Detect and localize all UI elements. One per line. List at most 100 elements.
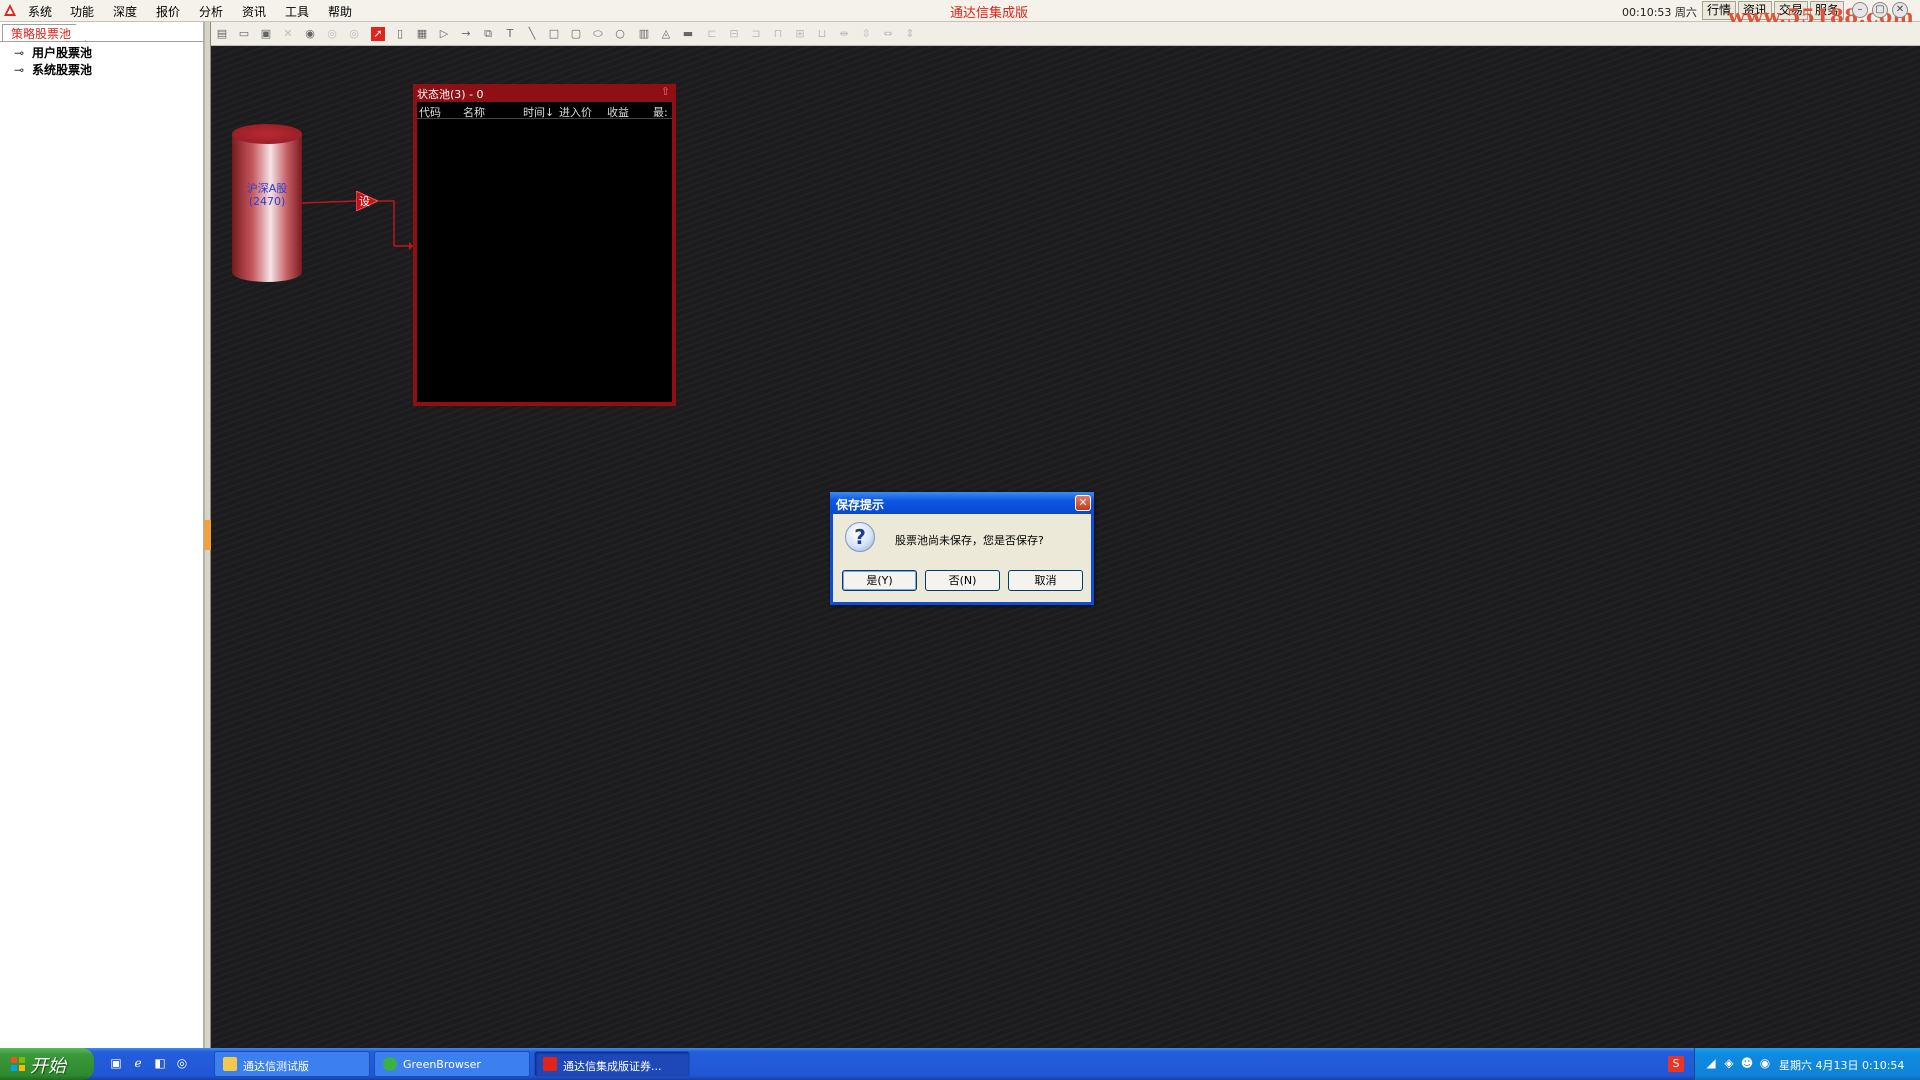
rectangle-icon[interactable]: □ bbox=[547, 27, 561, 41]
menu-tools[interactable]: 工具 bbox=[285, 3, 309, 20]
distribute-v-icon[interactable]: ⇳ bbox=[859, 27, 873, 41]
source-node-label: 沪深A股 (2470) bbox=[232, 182, 302, 208]
start-label: 开始 bbox=[30, 1056, 66, 1077]
status-pool-panel[interactable]: 状态池(3) - 0 ⇧ 代码 名称 时间↓ 进入价 收益 最: bbox=[413, 84, 676, 406]
menu-system[interactable]: 系统 bbox=[28, 3, 52, 20]
circle-icon[interactable]: ○ bbox=[613, 27, 627, 41]
menu-bar: 系统 功能 深度 报价 分析 资讯 工具 帮助 通达信集成版 00:10:53 … bbox=[0, 0, 1920, 28]
show-desktop-icon[interactable]: ▣ bbox=[108, 1056, 124, 1072]
yes-button[interactable]: 是(Y) bbox=[842, 570, 917, 591]
align-bottom-icon[interactable]: ⊔ bbox=[815, 27, 829, 41]
pause-icon[interactable]: ◎ bbox=[325, 27, 339, 41]
close-icon[interactable]: ✕ bbox=[1892, 2, 1908, 18]
tab-underline bbox=[0, 41, 204, 42]
pool-title-bar[interactable]: 状态池(3) - 0 ⇧ bbox=[413, 84, 676, 102]
qq-icon[interactable]: ☻ bbox=[1739, 1056, 1755, 1072]
question-icon: ? bbox=[845, 522, 875, 552]
pin-icon[interactable]: ⇧ bbox=[661, 85, 670, 98]
source-node-cylinder[interactable]: 沪深A股 (2470) bbox=[232, 124, 302, 282]
no-button[interactable]: 否(N) bbox=[925, 570, 1000, 591]
task-tdx-test[interactable]: 通达信测试版 bbox=[214, 1051, 370, 1077]
tray-clock: 星期六 4月13日 0:10:54 bbox=[1779, 1059, 1905, 1072]
start-button[interactable]: 开始 bbox=[0, 1048, 94, 1080]
rounded-rect-icon[interactable]: ▢ bbox=[569, 27, 583, 41]
same-width-icon[interactable]: ⇔ bbox=[881, 27, 895, 41]
task-label: GreenBrowser bbox=[403, 1058, 481, 1071]
trash-icon[interactable]: ▥ bbox=[637, 27, 651, 41]
dialog-title-bar[interactable]: 保存提示 ✕ bbox=[830, 492, 1094, 514]
group-icon[interactable]: ⧉ bbox=[481, 27, 495, 41]
menu-help[interactable]: 帮助 bbox=[328, 3, 352, 20]
windows-flag-icon bbox=[11, 1057, 25, 1071]
network-icon[interactable]: ◢ bbox=[1703, 1056, 1719, 1072]
system-tray: ◢ ◈ ☻ ◉ 星期六 4月13日 0:10:54 bbox=[1694, 1048, 1920, 1080]
source-node-count: (2470) bbox=[248, 195, 286, 208]
align-middle-icon[interactable]: ⊞ bbox=[793, 27, 807, 41]
tree-connector-icon: ⊸ bbox=[14, 46, 25, 60]
menu-analysis[interactable]: 分析 bbox=[199, 3, 223, 20]
ime-icon[interactable]: S bbox=[1668, 1056, 1684, 1072]
task-tdx-integrated[interactable]: 通达信集成版证券... bbox=[534, 1051, 690, 1077]
task-label: 通达信测试版 bbox=[243, 1060, 309, 1073]
tdx-app-icon bbox=[543, 1057, 557, 1071]
ie-icon[interactable]: ℯ bbox=[130, 1056, 146, 1072]
taskbar: 开始 ▣ ℯ ◧ ◎ 通达信测试版 GreenBrowser 通达信集成版证券.… bbox=[0, 1048, 1920, 1080]
triangle-icon[interactable]: ▷ bbox=[437, 27, 451, 41]
explorer-icon[interactable]: ◧ bbox=[152, 1056, 168, 1072]
arrow-icon[interactable]: → bbox=[459, 27, 473, 41]
save-icon[interactable]: ▣ bbox=[259, 27, 273, 41]
select-pointer-icon[interactable]: ➚ bbox=[371, 27, 385, 41]
menu-news[interactable]: 资讯 bbox=[242, 3, 266, 20]
cylinder-bottom bbox=[232, 262, 302, 282]
cylinder-top bbox=[232, 124, 302, 144]
distribute-h-icon[interactable]: ⇹ bbox=[837, 27, 851, 41]
tab-strategy-pool[interactable]: 策略股票池 bbox=[2, 24, 87, 41]
run-icon[interactable]: ◉ bbox=[303, 27, 317, 41]
tree-item-label: 用户股票池 bbox=[32, 46, 93, 60]
splitter-handle[interactable] bbox=[204, 520, 211, 550]
set-node-label: 设 bbox=[359, 195, 370, 208]
text-icon[interactable]: T bbox=[503, 27, 517, 41]
dialog-message: 股票池尚未保存，您是否保存? bbox=[895, 534, 1044, 547]
delete-icon[interactable]: ✕ bbox=[281, 27, 295, 41]
line-width-icon[interactable]: ▬ bbox=[681, 27, 695, 41]
source-node-name: 沪深A股 bbox=[246, 182, 288, 195]
tree-item-system-pool[interactable]: ⊸ 系统股票池 bbox=[14, 61, 92, 78]
stop-icon[interactable]: ◎ bbox=[347, 27, 361, 41]
cancel-button[interactable]: 取消 bbox=[1008, 570, 1083, 591]
browser-icon[interactable]: ◎ bbox=[174, 1056, 190, 1072]
greenbrowser-icon bbox=[383, 1057, 397, 1071]
close-icon[interactable]: ✕ bbox=[1075, 495, 1091, 511]
menu-function[interactable]: 功能 bbox=[70, 3, 94, 20]
tree-item-user-pool[interactable]: ⊸ 用户股票池 bbox=[14, 44, 92, 61]
align-top-icon[interactable]: ⊓ bbox=[771, 27, 785, 41]
minimize-icon[interactable]: – bbox=[1852, 2, 1868, 18]
toolbar: ▤ ▭ ▣ ✕ ◉ ◎ ◎ ➚ ▯ ▦ ▷ → ⧉ T ╲ □ ▢ ⬭ ○ ▥ … bbox=[211, 22, 1920, 46]
menu-depth[interactable]: 深度 bbox=[113, 3, 137, 20]
line-icon[interactable]: ╲ bbox=[525, 27, 539, 41]
app-title: 通达信集成版 bbox=[950, 6, 1029, 21]
align-center-icon[interactable]: ⊟ bbox=[727, 27, 741, 41]
cylinder-icon[interactable]: ▯ bbox=[393, 27, 407, 41]
clock: 00:10:53 周六 bbox=[1622, 6, 1697, 19]
new-icon[interactable]: ▤ bbox=[215, 27, 229, 41]
shield-icon[interactable]: ◈ bbox=[1721, 1056, 1737, 1072]
pool-header-divider bbox=[417, 118, 672, 119]
pool-title: 状态池(3) - 0 bbox=[417, 88, 484, 101]
same-height-icon[interactable]: ⇕ bbox=[903, 27, 917, 41]
app-logo-icon bbox=[4, 4, 16, 16]
fill-icon[interactable]: ◬ bbox=[659, 27, 673, 41]
ellipse-icon[interactable]: ⬭ bbox=[591, 27, 605, 41]
open-icon[interactable]: ▭ bbox=[237, 27, 251, 41]
align-right-icon[interactable]: ⊐ bbox=[749, 27, 763, 41]
task-greenbrowser[interactable]: GreenBrowser bbox=[374, 1051, 530, 1077]
tree-item-label: 系统股票池 bbox=[32, 63, 93, 77]
restore-icon[interactable]: ▢ bbox=[1872, 2, 1888, 18]
save-prompt-dialog: 保存提示 ✕ ? 股票池尚未保存，您是否保存? 是(Y) 否(N) 取消 bbox=[830, 492, 1094, 605]
antivirus-icon[interactable]: ◉ bbox=[1757, 1056, 1773, 1072]
set-node[interactable]: 设 bbox=[356, 191, 378, 211]
table-icon[interactable]: ▦ bbox=[415, 27, 429, 41]
align-left-icon[interactable]: ⊏ bbox=[705, 27, 719, 41]
menu-quote[interactable]: 报价 bbox=[156, 3, 180, 20]
task-label: 通达信集成版证券... bbox=[563, 1060, 662, 1073]
